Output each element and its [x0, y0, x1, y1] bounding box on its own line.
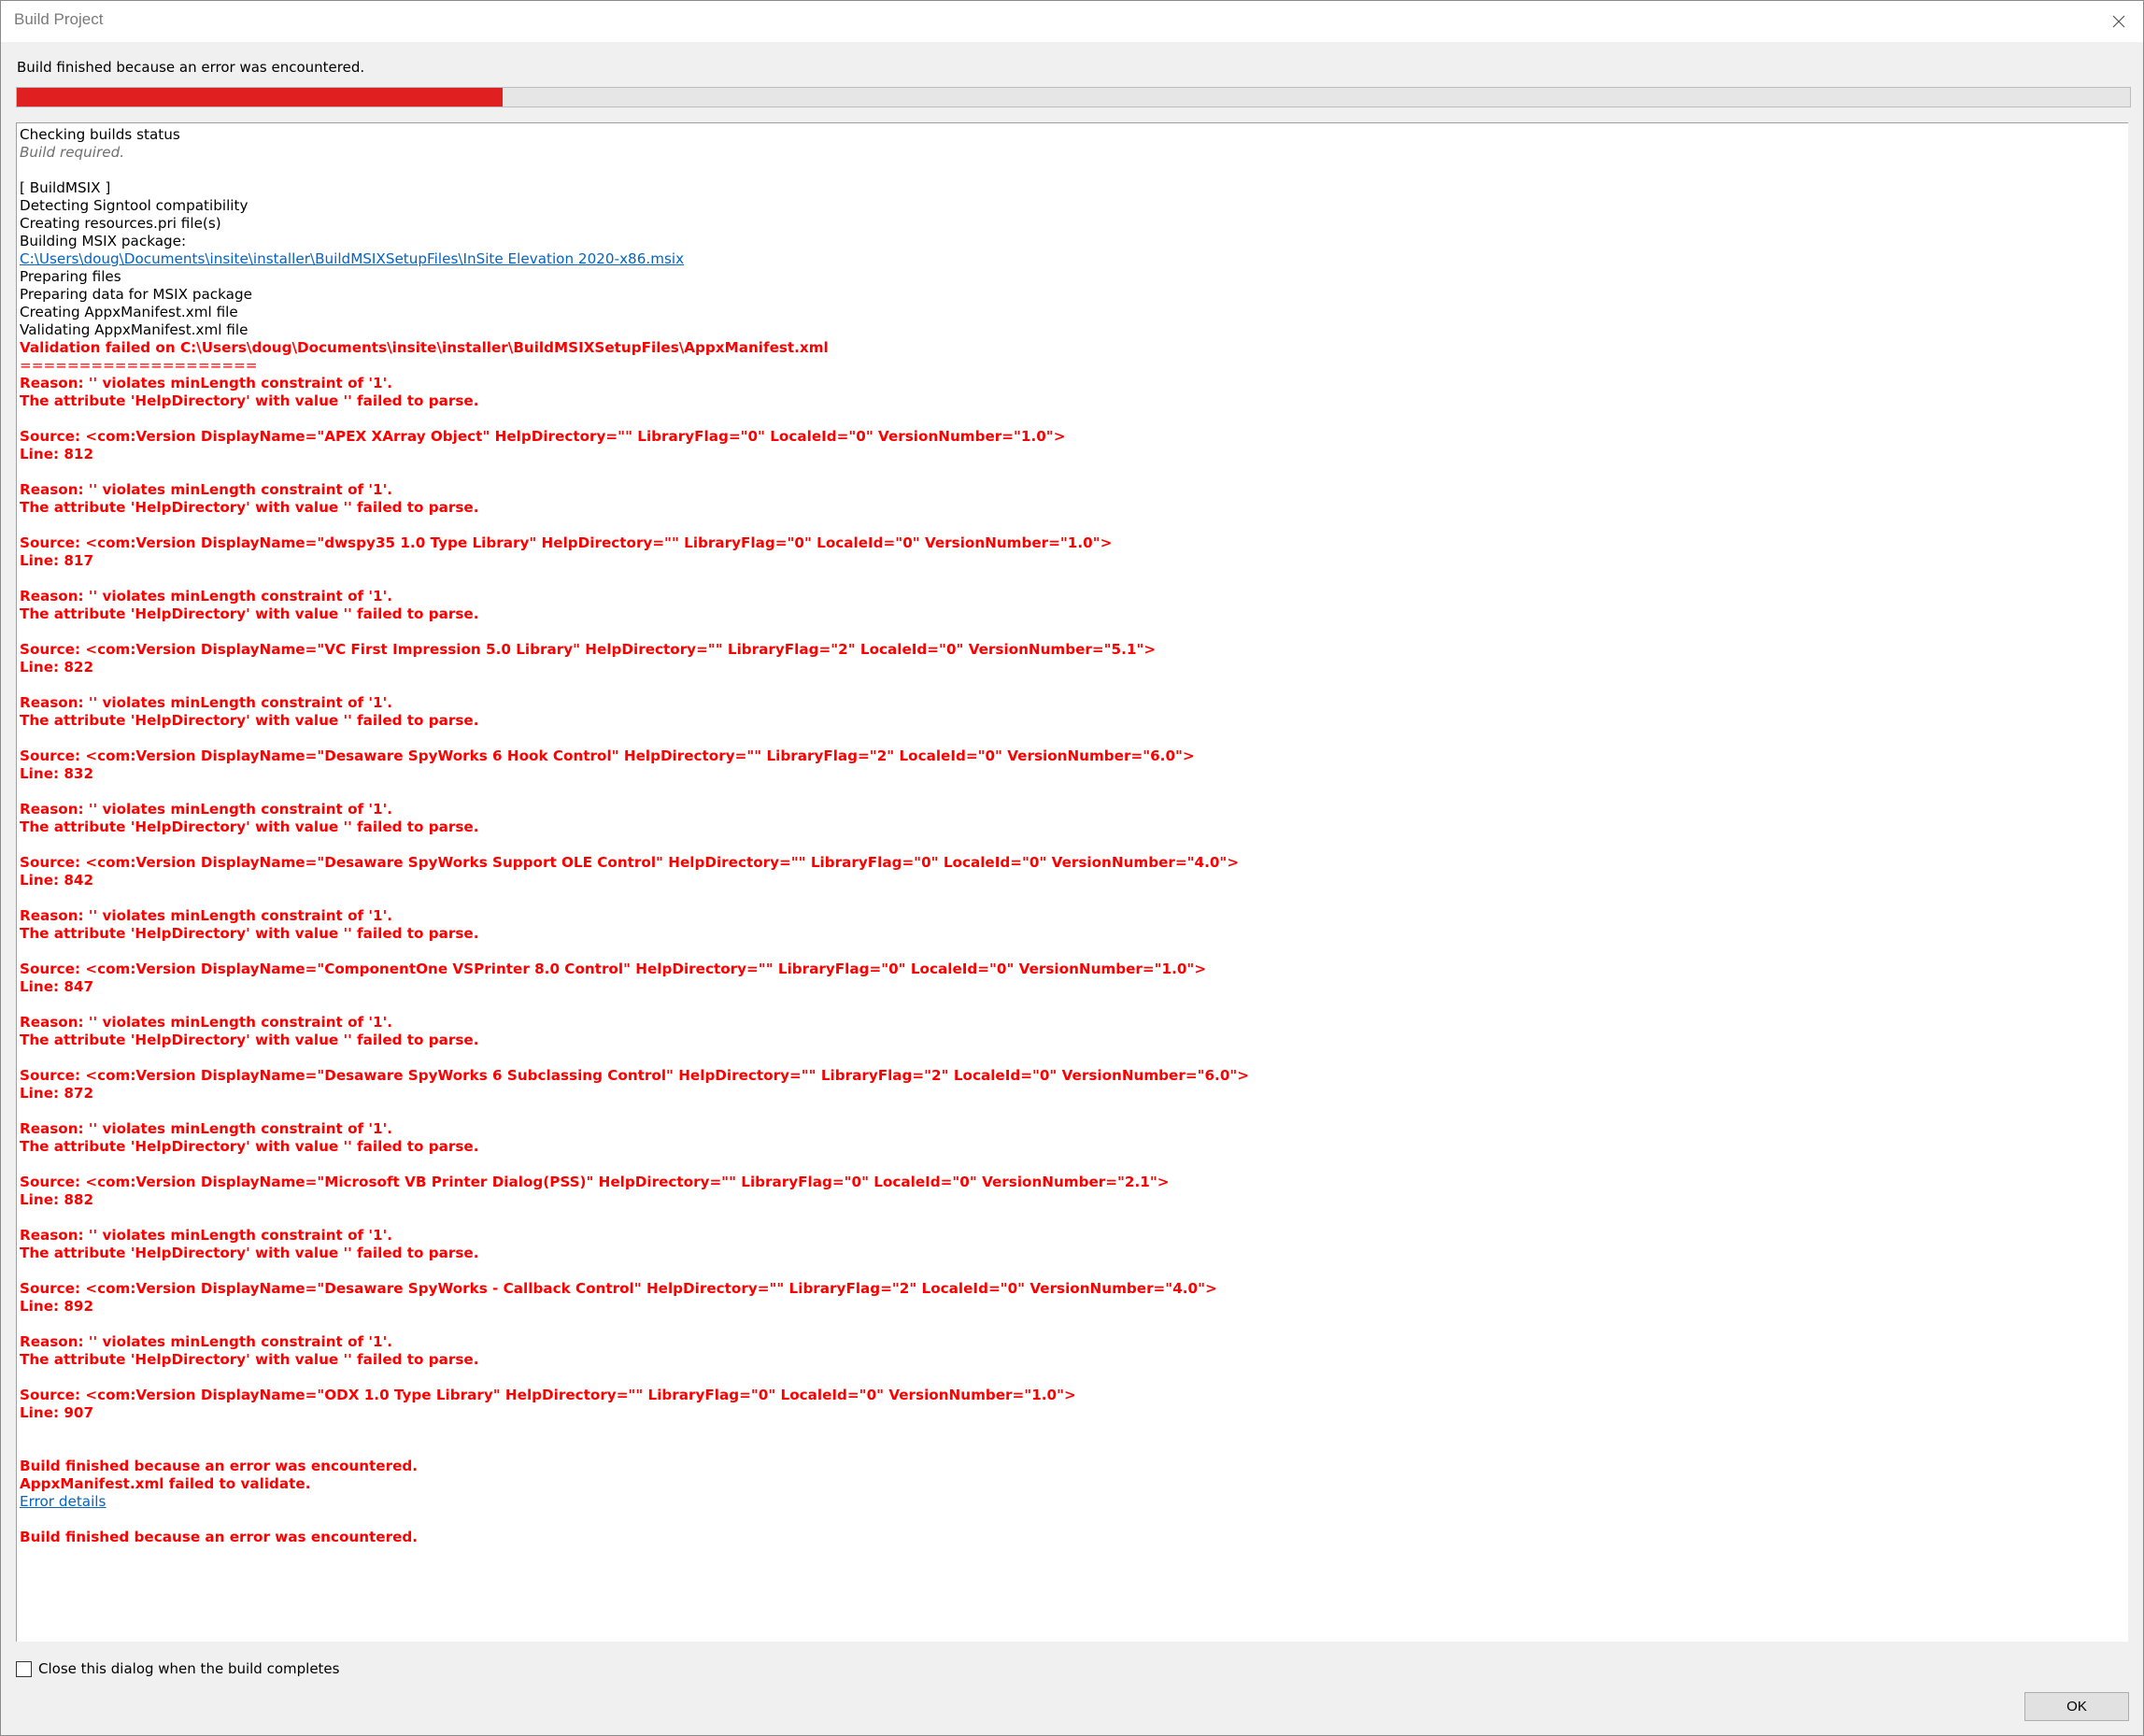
log-line: Preparing files: [20, 268, 121, 285]
log-link-line[interactable]: C:\Users\doug\Documents\insite\installer…: [20, 250, 2125, 268]
build-log-content: Checking builds status Build required. [ B…: [17, 123, 2128, 1549]
log-error-line: Reason: '' violates minLength constraint…: [20, 588, 393, 605]
progress-bar-fill: [17, 88, 504, 107]
log-error-line: Reason: '' violates minLength constraint…: [20, 694, 393, 711]
log-error-line: AppxManifest.xml failed to validate.: [20, 1475, 311, 1492]
log-error-line: The attribute 'HelpDirectory' with value…: [20, 712, 479, 729]
log-error-line: Line: 892: [20, 1298, 94, 1315]
build-project-dialog: Build Project Build finished because an …: [0, 0, 2144, 1736]
log-link[interactable]: C:\Users\doug\Documents\insite\installer…: [20, 250, 684, 267]
build-log[interactable]: Checking builds status Build required. [ B…: [16, 122, 2128, 1642]
log-error-line: The attribute 'HelpDirectory' with value…: [20, 392, 479, 409]
log-error-line: Source: <com:Version DisplayName="Desawa…: [20, 1067, 1250, 1084]
log-error-line: The attribute 'HelpDirectory' with value…: [20, 1245, 479, 1261]
log-line: Build required.: [20, 144, 125, 161]
log-line: Building MSIX package:: [20, 233, 187, 249]
log-error-line: Line: 907: [20, 1404, 94, 1421]
log-link-line[interactable]: Error details: [20, 1493, 2125, 1511]
log-line: Creating AppxManifest.xml file: [20, 304, 238, 320]
log-error-line: Source: <com:Version DisplayName="APEX X…: [20, 428, 1066, 445]
log-error-line: Reason: '' violates minLength constraint…: [20, 1120, 393, 1137]
log-error-line: Build finished because an error was enco…: [20, 1529, 419, 1545]
log-error-line: The attribute 'HelpDirectory' with value…: [20, 925, 479, 942]
log-error-line: Validation failed on C:\Users\doug\Docum…: [20, 339, 829, 356]
log-error-line: Source: <com:Version DisplayName="VC Fir…: [20, 641, 1157, 658]
log-error-line: The attribute 'HelpDirectory' with value…: [20, 499, 479, 516]
log-error-line: Line: 882: [20, 1191, 94, 1208]
log-error-line: Source: <com:Version DisplayName="Desawa…: [20, 1280, 1217, 1297]
log-error-line: Source: <com:Version DisplayName="Micros…: [20, 1174, 1170, 1190]
log-link[interactable]: Error details: [20, 1493, 106, 1510]
log-error-line: Reason: '' violates minLength constraint…: [20, 1014, 393, 1031]
log-error-line: Line: 822: [20, 659, 94, 676]
log-error-line: The attribute 'HelpDirectory' with value…: [20, 605, 479, 622]
log-line: Detecting Signtool compatibility: [20, 197, 248, 214]
window-title: Build Project: [14, 10, 104, 28]
log-error-line: Line: 817: [20, 552, 94, 569]
log-error-line: Reason: '' violates minLength constraint…: [20, 1227, 393, 1244]
log-error-line: Source: <com:Version DisplayName="Desawa…: [20, 854, 1240, 871]
log-error-line: The attribute 'HelpDirectory' with value…: [20, 818, 479, 835]
log-line: Creating resources.pri file(s): [20, 215, 221, 232]
log-error-line: The attribute 'HelpDirectory' with value…: [20, 1032, 479, 1048]
close-on-complete-label[interactable]: Close this dialog when the build complet…: [38, 1660, 339, 1677]
log-error-line: Source: <com:Version DisplayName="Desawa…: [20, 747, 1195, 764]
log-error-line: Reason: '' violates minLength constraint…: [20, 1333, 393, 1350]
log-error-line: The attribute 'HelpDirectory' with value…: [20, 1351, 479, 1368]
log-line: ====================: [20, 357, 258, 374]
close-icon: [2112, 15, 2125, 28]
ok-button[interactable]: OK: [2024, 1692, 2129, 1721]
progress-bar: [16, 87, 2131, 107]
log-error-line: Reason: '' violates minLength constraint…: [20, 801, 393, 818]
log-error-line: The attribute 'HelpDirectory' with value…: [20, 1138, 479, 1155]
close-button[interactable]: [2104, 7, 2134, 36]
title-bar: Build Project: [1, 1, 2143, 42]
log-error-line: Line: 832: [20, 765, 94, 782]
close-on-complete-option[interactable]: Close this dialog when the build complet…: [16, 1660, 339, 1677]
log-error-line: Line: 812: [20, 446, 94, 462]
close-on-complete-checkbox[interactable]: [16, 1660, 32, 1677]
log-line: Preparing data for MSIX package: [20, 286, 252, 303]
log-error-line: Line: 842: [20, 872, 94, 889]
log-line: Checking builds status: [20, 126, 180, 143]
log-error-line: Build finished because an error was enco…: [20, 1458, 419, 1474]
status-message: Build finished because an error was enco…: [17, 59, 365, 76]
log-error-line: Source: <com:Version DisplayName="Compon…: [20, 960, 1207, 977]
log-error-line: Source: <com:Version DisplayName="ODX 1.…: [20, 1387, 1076, 1403]
log-error-line: Reason: '' violates minLength constraint…: [20, 481, 393, 498]
log-error-line: Reason: '' violates minLength constraint…: [20, 375, 393, 391]
log-line: Validating AppxManifest.xml file: [20, 321, 248, 338]
log-error-line: Reason: '' violates minLength constraint…: [20, 907, 393, 924]
log-error-line: Source: <com:Version DisplayName="dwspy3…: [20, 534, 1113, 551]
log-error-line: Line: 847: [20, 978, 94, 995]
log-line: [ BuildMSIX ]: [20, 179, 111, 196]
log-error-line: Line: 872: [20, 1085, 94, 1102]
